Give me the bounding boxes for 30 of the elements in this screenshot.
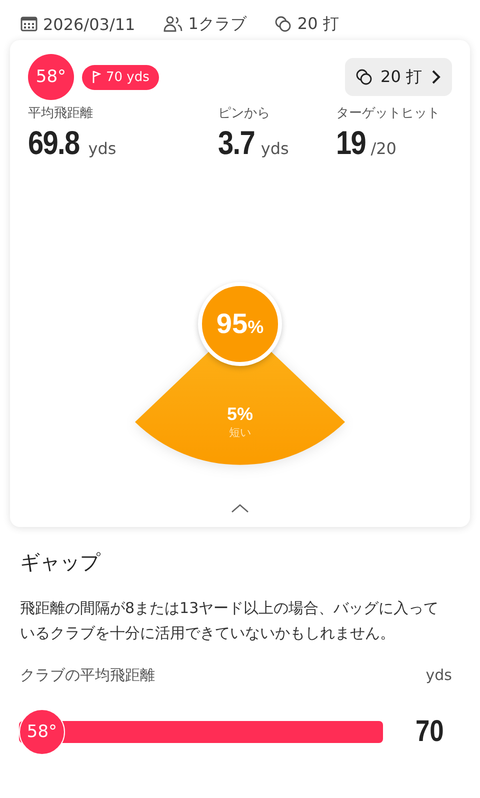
loft-badge: 58° [19,709,65,755]
unit-label: yds [426,666,452,685]
chevron-right-icon [430,68,442,86]
stat-label: 平均飛距離 [28,105,94,122]
distance-value: 70 [415,715,444,749]
stat-value: 3.7 [218,124,254,162]
gap-description: 飛距離の間隔が8または13ヤード以上の場合、バッグに入っているクラブを十分に活用できていないかもしれません。 [20,598,440,644]
shot-count: 20 打 [297,14,339,34]
stat-value: 19 [336,124,366,162]
stat-label: ピンから [218,105,271,122]
loft-badge: 58° [28,54,74,100]
club-count: 1クラブ [188,14,246,34]
balls-icon [354,68,373,86]
people-icon [163,15,184,33]
stat-unit: /20 [370,139,396,158]
stat-value: 69.8 [28,124,80,162]
short-percentage: 5% [227,404,253,425]
hit-percentage: 95% [216,308,264,340]
calendar-icon [20,15,38,33]
session-date: 2026/03/11 [43,14,136,34]
target-distance-badge: 70 yds [82,64,160,90]
balls-icon [274,15,292,33]
chart-label: クラブの平均飛距離 [20,666,155,685]
stat-unit: yds [260,139,289,158]
section-title: ギャップ [20,549,102,576]
collapse-icon[interactable] [230,503,250,513]
stat-unit: yds [88,139,116,158]
short-label: 短い [229,425,251,440]
shots-button[interactable]: 20 打 [344,58,452,96]
stat-label: ターゲットヒット [336,105,440,122]
